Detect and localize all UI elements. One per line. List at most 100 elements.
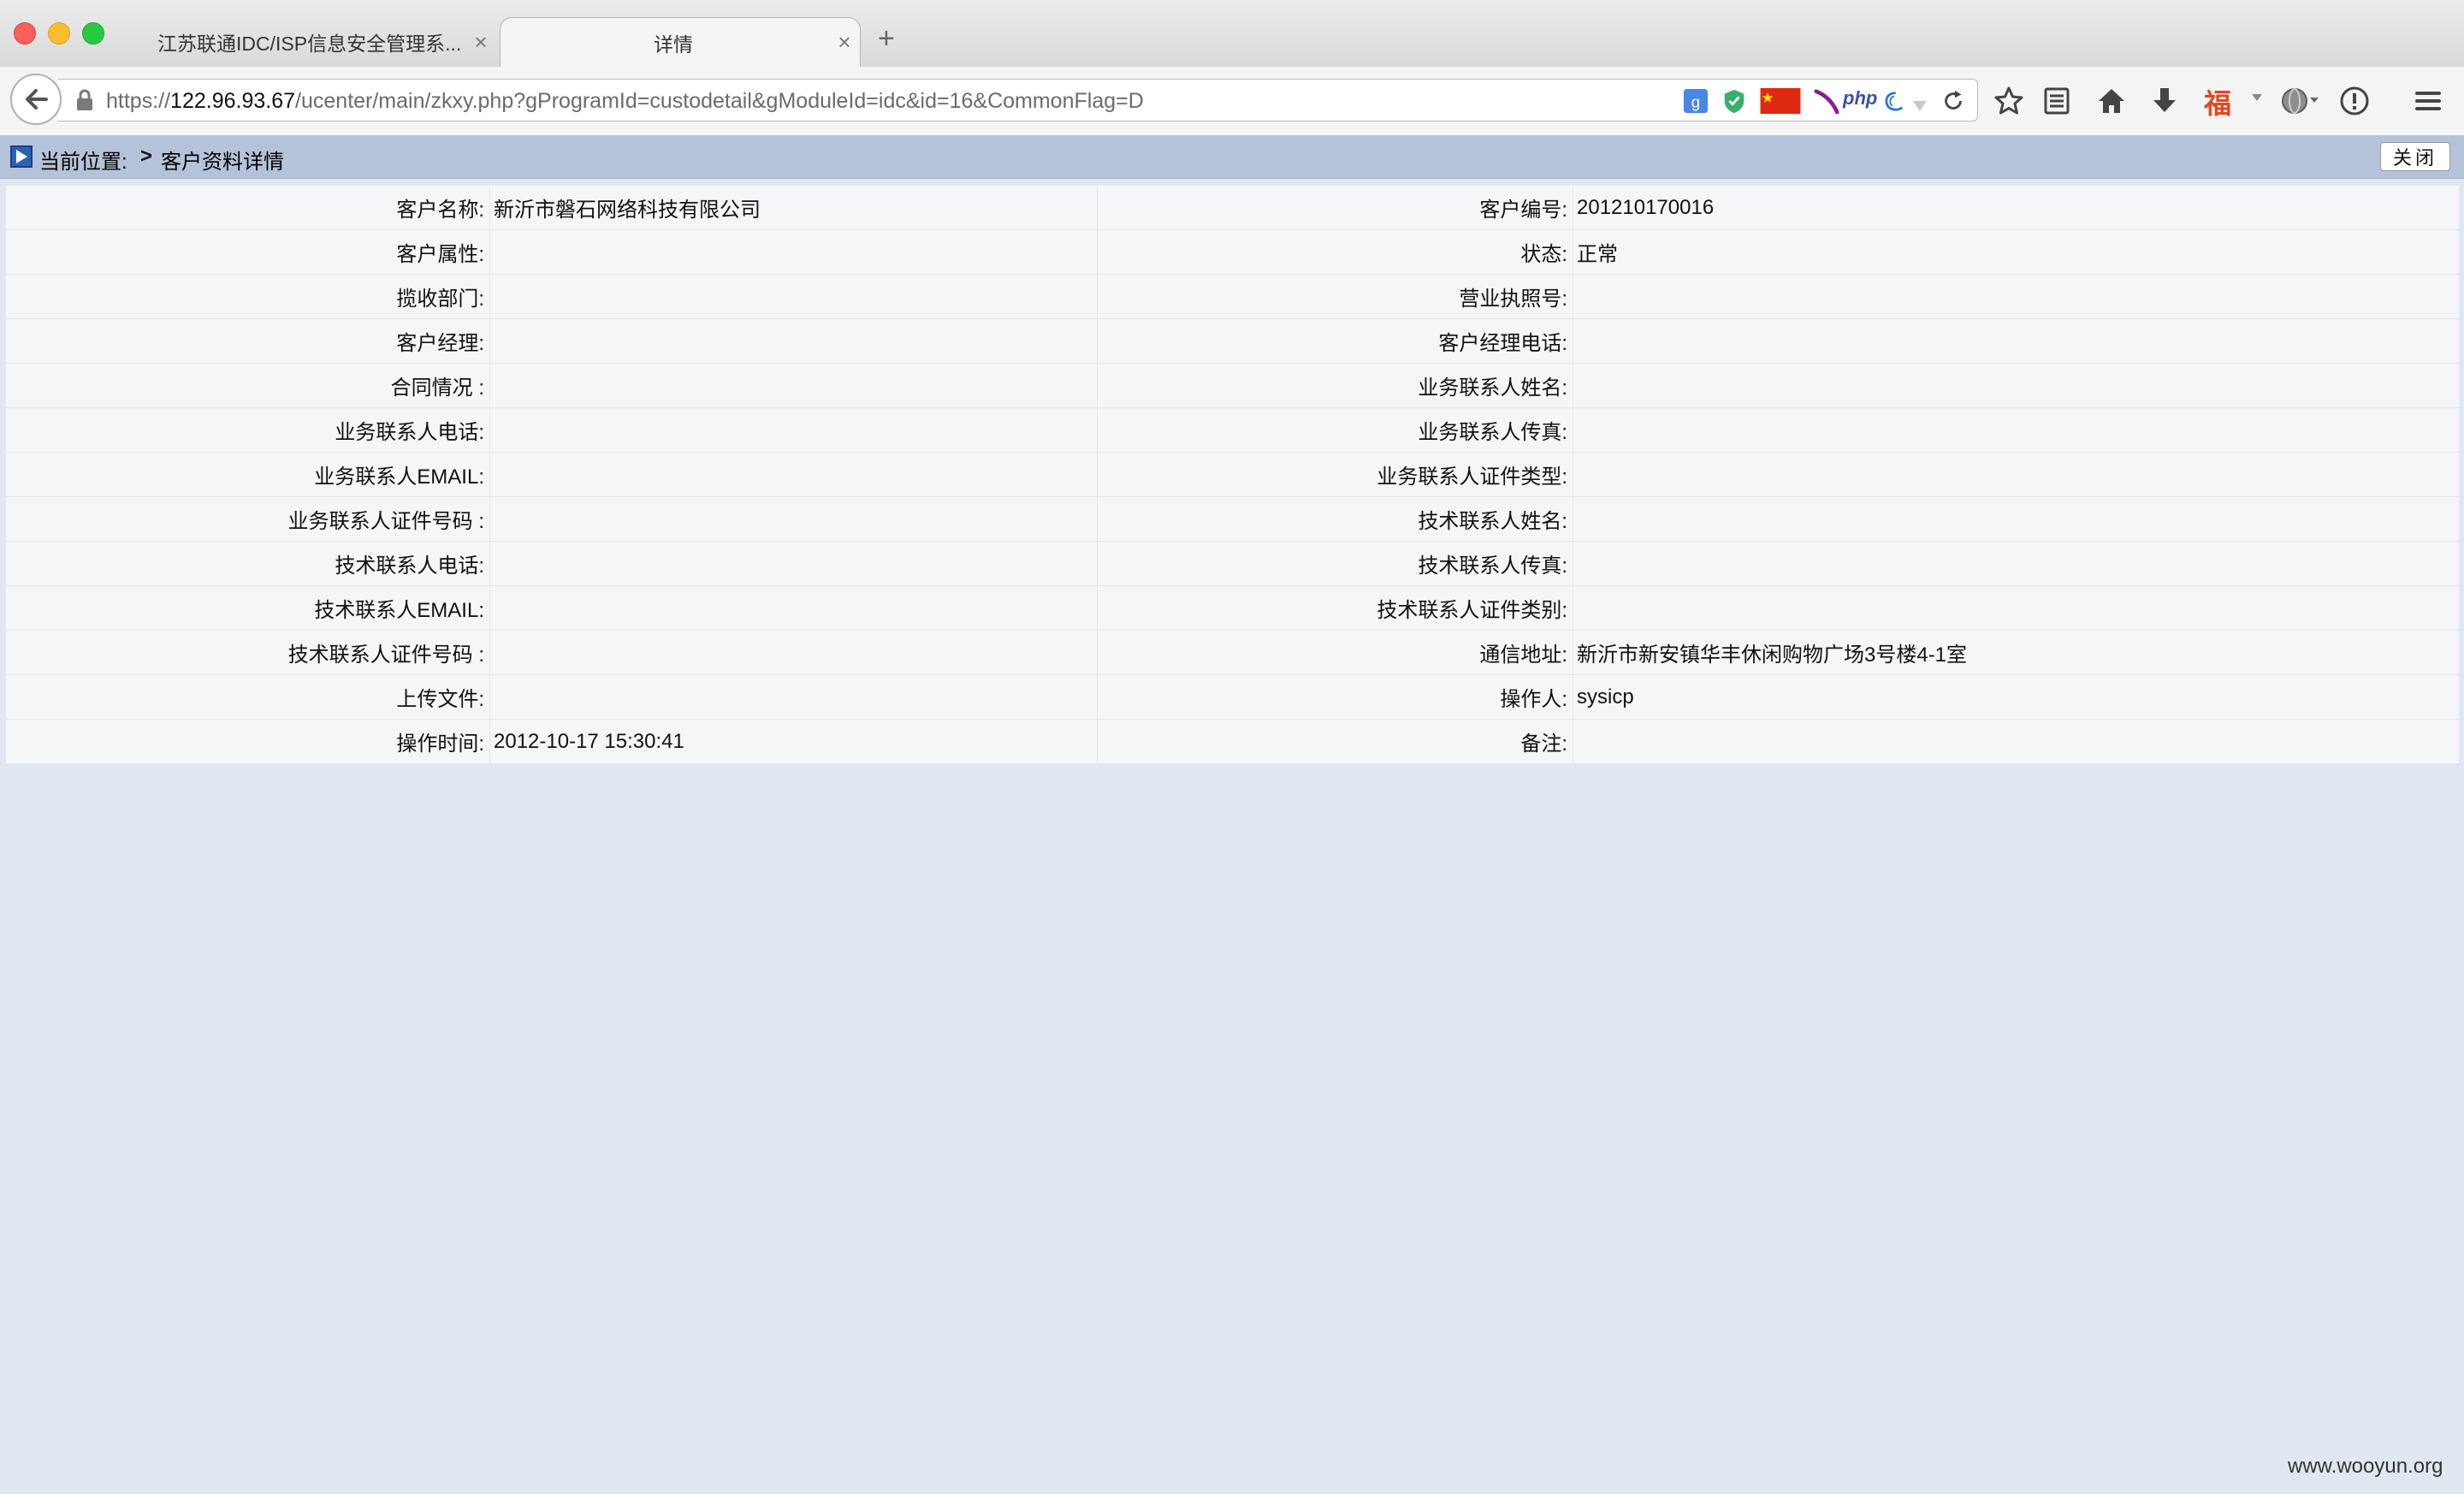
reload-icon[interactable] [1940,88,1966,114]
tab-title: 江苏联通IDC/ISP信息安全管理系... [157,33,462,55]
field-label: 技术联系人证件类别: [1097,585,1573,631]
lock-icon [77,89,92,110]
table-row: 业务联系人电话: 业务联系人传真: [5,407,2460,453]
tab-close-icon[interactable]: × [465,29,496,56]
reading-list-icon[interactable] [2043,86,2070,116]
watermark: www.wooyun.org [2288,1455,2443,1478]
field-value [489,496,1098,542]
addon-dropdown-icon[interactable] [2250,92,2264,103]
field-value [1573,541,2460,586]
menu-icon[interactable] [2413,86,2443,116]
field-value [489,407,1098,453]
field-value [489,674,1098,720]
field-label: 业务联系人证件号码 : [5,496,490,542]
field-label: 业务联系人EMAIL: [5,452,490,497]
php-icon[interactable]: php [1843,87,1877,113]
field-value [1573,363,2460,408]
globe-icon[interactable] [2279,86,2320,116]
home-icon[interactable] [2096,86,2127,116]
field-value [489,452,1098,497]
field-label: 上传文件: [5,674,490,720]
jquery-icon[interactable] [1879,88,1904,114]
window-zoom-button[interactable] [82,22,104,44]
field-value: 2012-10-17 15:30:41 [489,719,1098,764]
field-label: 技术联系人姓名: [1097,496,1573,542]
svg-text:g: g [1691,93,1700,111]
table-row: 技术联系人EMAIL: 技术联系人证件类别: [5,585,2460,631]
field-label: 技术联系人证件号码 : [5,630,490,675]
field-label: 技术联系人EMAIL: [5,585,490,631]
customer-detail-table: 客户名称: 新沂市磐石网络科技有限公司 客户编号: 201210170016 客户属性:… [5,185,2460,764]
table-row: 业务联系人证件号码 : 技术联系人姓名: [5,496,2460,542]
info-icon[interactable] [2339,86,2370,116]
dropdown-arrow-icon[interactable] [1911,93,1928,119]
field-label: 客户属性: [5,229,490,275]
china-flag-icon[interactable] [1759,88,1802,114]
feather-icon[interactable] [1814,88,1839,114]
window-minimize-button[interactable] [48,22,70,44]
shield-icon[interactable] [1721,88,1747,114]
table-row: 客户名称: 新沂市磐石网络科技有限公司 客户编号: 201210170016 [5,185,2460,230]
browser-nav-bar: https://122.96.93.67/ucenter/main/zkxy.p… [0,67,2464,136]
table-row: 客户经理: 客户经理电话: [5,318,2460,364]
close-button[interactable]: 关闭 [2380,142,2450,171]
back-button[interactable] [10,74,62,125]
field-label: 客户名称: [5,185,490,230]
table-row: 上传文件: 操作人: sysicp [5,674,2460,720]
google-translate-icon[interactable]: g [1682,88,1709,114]
field-label: 营业执照号: [1097,274,1573,319]
field-label: 备注: [1097,719,1573,764]
fu-addon-icon[interactable]: 福 [2204,82,2231,122]
field-value: 201210170016 [1573,185,2460,230]
breadcrumb-separator: > [140,145,153,168]
tab-idc-system[interactable]: 江苏联通IDC/ISP信息安全管理系... × [137,17,496,67]
download-icon[interactable] [2151,86,2178,116]
field-value [489,585,1098,631]
field-value [1573,407,2460,453]
field-value [1573,318,2460,364]
field-label: 状态: [1097,229,1573,275]
table-row: 揽收部门: 营业执照号: [5,274,2460,319]
field-label: 业务联系人姓名: [1097,363,1573,408]
url-text[interactable]: https://122.96.93.67/ucenter/main/zkxy.p… [106,89,1144,114]
field-value [489,274,1098,319]
table-row: 合同情况 : 业务联系人姓名: [5,363,2460,408]
location-bar: 当前位置: > 客户资料详情 关闭 [0,135,2464,179]
field-label: 合同情况 : [5,363,490,408]
field-label: 业务联系人电话: [5,407,490,453]
field-label: 客户经理电话: [1097,318,1573,364]
window-close-button[interactable] [14,22,36,44]
field-value [489,229,1098,275]
browser-tab-strip: 江苏联通IDC/ISP信息安全管理系... × 详情 × + [0,0,2464,68]
field-value [489,541,1098,586]
field-value [489,318,1098,364]
field-label: 操作人: [1097,674,1573,720]
tab-close-icon[interactable]: × [829,29,860,56]
back-arrow-icon [26,89,48,110]
field-label: 通信地址: [1097,630,1573,675]
field-label: 客户经理: [5,318,490,364]
field-label: 技术联系人电话: [5,541,490,586]
field-label: 技术联系人传真: [1097,541,1573,586]
field-value: sysicp [1573,674,2460,720]
field-label: 客户编号: [1097,185,1573,230]
table-row: 操作时间: 2012-10-17 15:30:41 备注: [5,719,2460,764]
field-value: 正常 [1573,229,2460,275]
bookmark-star-icon[interactable] [1993,86,2024,116]
tab-title: 详情 [654,33,693,56]
field-label: 业务联系人证件类型: [1097,452,1573,497]
tab-detail[interactable]: 详情 × [500,17,861,67]
field-value [1573,496,2460,542]
new-tab-icon[interactable]: + [878,24,895,53]
breadcrumb-current-page: 客户资料详情 [161,151,284,174]
field-label: 操作时间: [5,719,490,764]
field-value [1573,719,2460,764]
field-label: 揽收部门: [5,274,490,319]
field-value [489,630,1098,675]
field-value [1573,452,2460,497]
table-row: 技术联系人证件号码 : 通信地址: 新沂市新安镇华丰休闲购物广场3号楼4-1室 [5,630,2460,675]
field-value: 新沂市新安镇华丰休闲购物广场3号楼4-1室 [1573,630,2460,675]
table-row: 客户属性: 状态: 正常 [5,229,2460,275]
url-bar[interactable]: https://122.96.93.67/ucenter/main/zkxy.p… [58,79,1978,122]
field-value [489,363,1098,408]
